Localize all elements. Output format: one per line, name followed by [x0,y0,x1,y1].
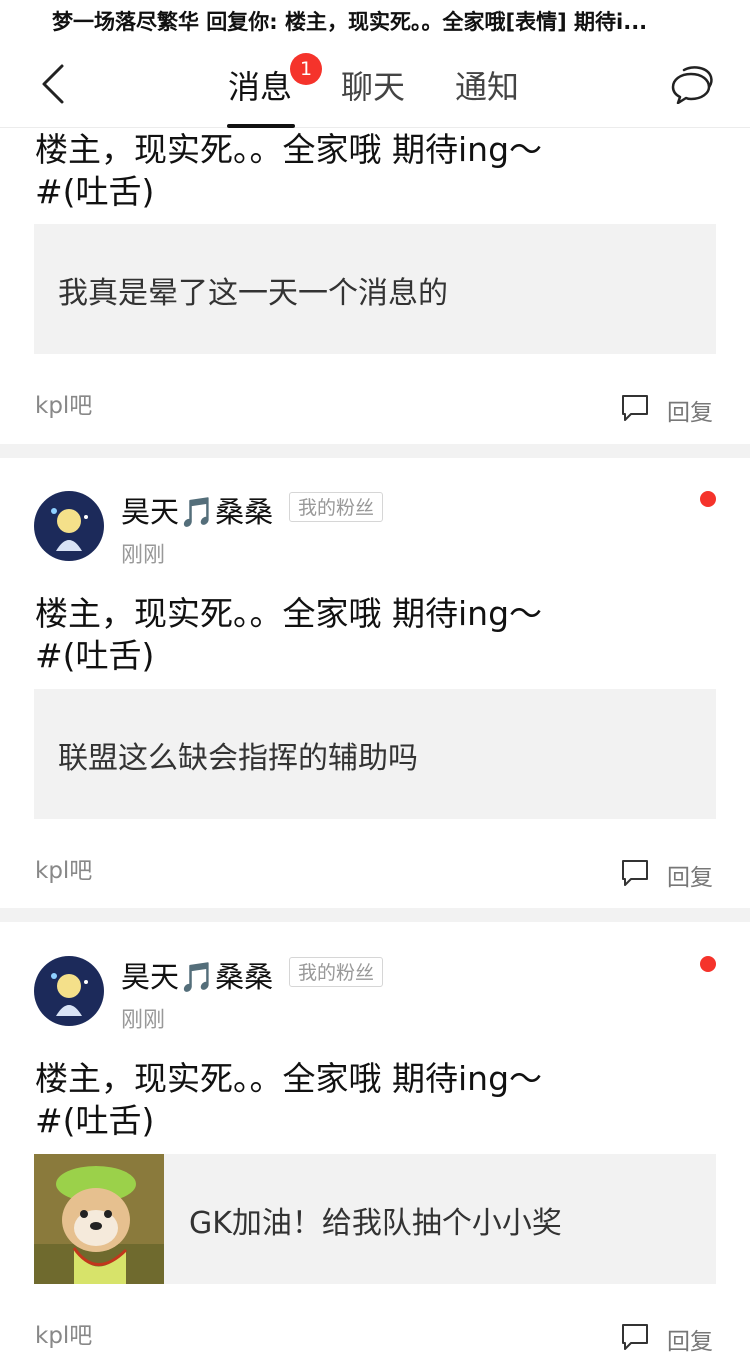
reply-content[interactable]: 楼主，现实死。。全家哦 期待ing～ #(吐舌) [35,129,675,213]
forum-name[interactable]: kpl吧 [35,386,92,420]
tab-notifications[interactable]: 通知 [455,62,519,108]
avatar[interactable] [34,956,104,1026]
quoted-post[interactable]: 联盟这么缺会指挥的辅助吗 [34,689,716,819]
avatar[interactable] [34,491,104,561]
top-nav-bar: 消息 1 聊天 通知 [0,40,750,128]
reply-content[interactable]: 楼主，现实死。。全家哦 期待ing～ #(吐舌) [35,593,675,677]
quoted-post-text: GK加油！给我队抽个小小奖 [189,1206,562,1241]
quoted-post[interactable]: 我真是晕了这一天一个消息的 [34,224,716,354]
active-tab-indicator [227,124,295,128]
timestamp: 刚刚 [121,1008,166,1033]
comment-icon [622,1324,648,1350]
section-divider [0,444,750,458]
username[interactable]: 昊天🎵桑桑 [121,489,273,531]
quoted-post-text: 我真是晕了这一天一个消息的 [58,276,448,311]
reply-emoticon: #(吐舌) [35,172,155,211]
avatar-image-icon [34,491,104,561]
reply-emoticon: #(吐舌) [35,636,155,675]
chat-bubbles-icon[interactable] [670,64,714,104]
banner-text: 梦一场落尽繁华 回复你: 楼主，现实死。。全家哦[表情] 期待i... [52,10,648,34]
fan-badge: 我的粉丝 [289,957,384,987]
reply-content[interactable]: 楼主，现实死。。全家哦 期待ing～ #(吐舌) [35,1058,675,1142]
notification-banner[interactable]: 梦一场落尽繁华 回复你: 楼主，现实死。。全家哦[表情] 期待i... [0,0,750,40]
comment-icon [622,395,648,421]
reply-label: 回复 [667,865,713,891]
reply-button[interactable]: 回复 [620,1322,720,1355]
quoted-post-text: 联盟这么缺会指挥的辅助吗 [58,741,418,776]
reply-text-line: 楼主，现实死。。全家哦 期待ing～ [35,130,543,169]
reply-label: 回复 [667,400,713,426]
reply-button[interactable]: 回复 [620,393,720,426]
comment-icon [622,860,648,886]
unread-dot [700,491,716,507]
reply-text-line: 楼主，现实死。。全家哦 期待ing～ [35,1059,543,1098]
forum-name[interactable]: kpl吧 [35,851,92,885]
back-arrow-icon[interactable] [38,62,70,106]
quoted-post-thumbnail [34,1154,164,1284]
reply-button[interactable]: 回复 [620,858,720,891]
unread-badge: 1 [290,53,322,85]
timestamp: 刚刚 [121,543,166,568]
reply-emoticon: #(吐舌) [35,1101,155,1140]
username[interactable]: 昊天🎵桑桑 [121,954,273,996]
avatar-image-icon [34,956,104,1026]
forum-name[interactable]: kpl吧 [35,1316,92,1350]
section-divider [0,908,750,922]
dog-photo-icon [34,1154,164,1284]
quoted-post[interactable]: GK加油！给我队抽个小小奖 [34,1154,716,1284]
reply-label: 回复 [667,1329,713,1355]
unread-dot [700,956,716,972]
reply-text-line: 楼主，现实死。。全家哦 期待ing～ [35,594,543,633]
tab-messages[interactable]: 消息 [228,62,292,108]
fan-badge: 我的粉丝 [289,492,384,522]
tab-chat[interactable]: 聊天 [341,62,405,108]
